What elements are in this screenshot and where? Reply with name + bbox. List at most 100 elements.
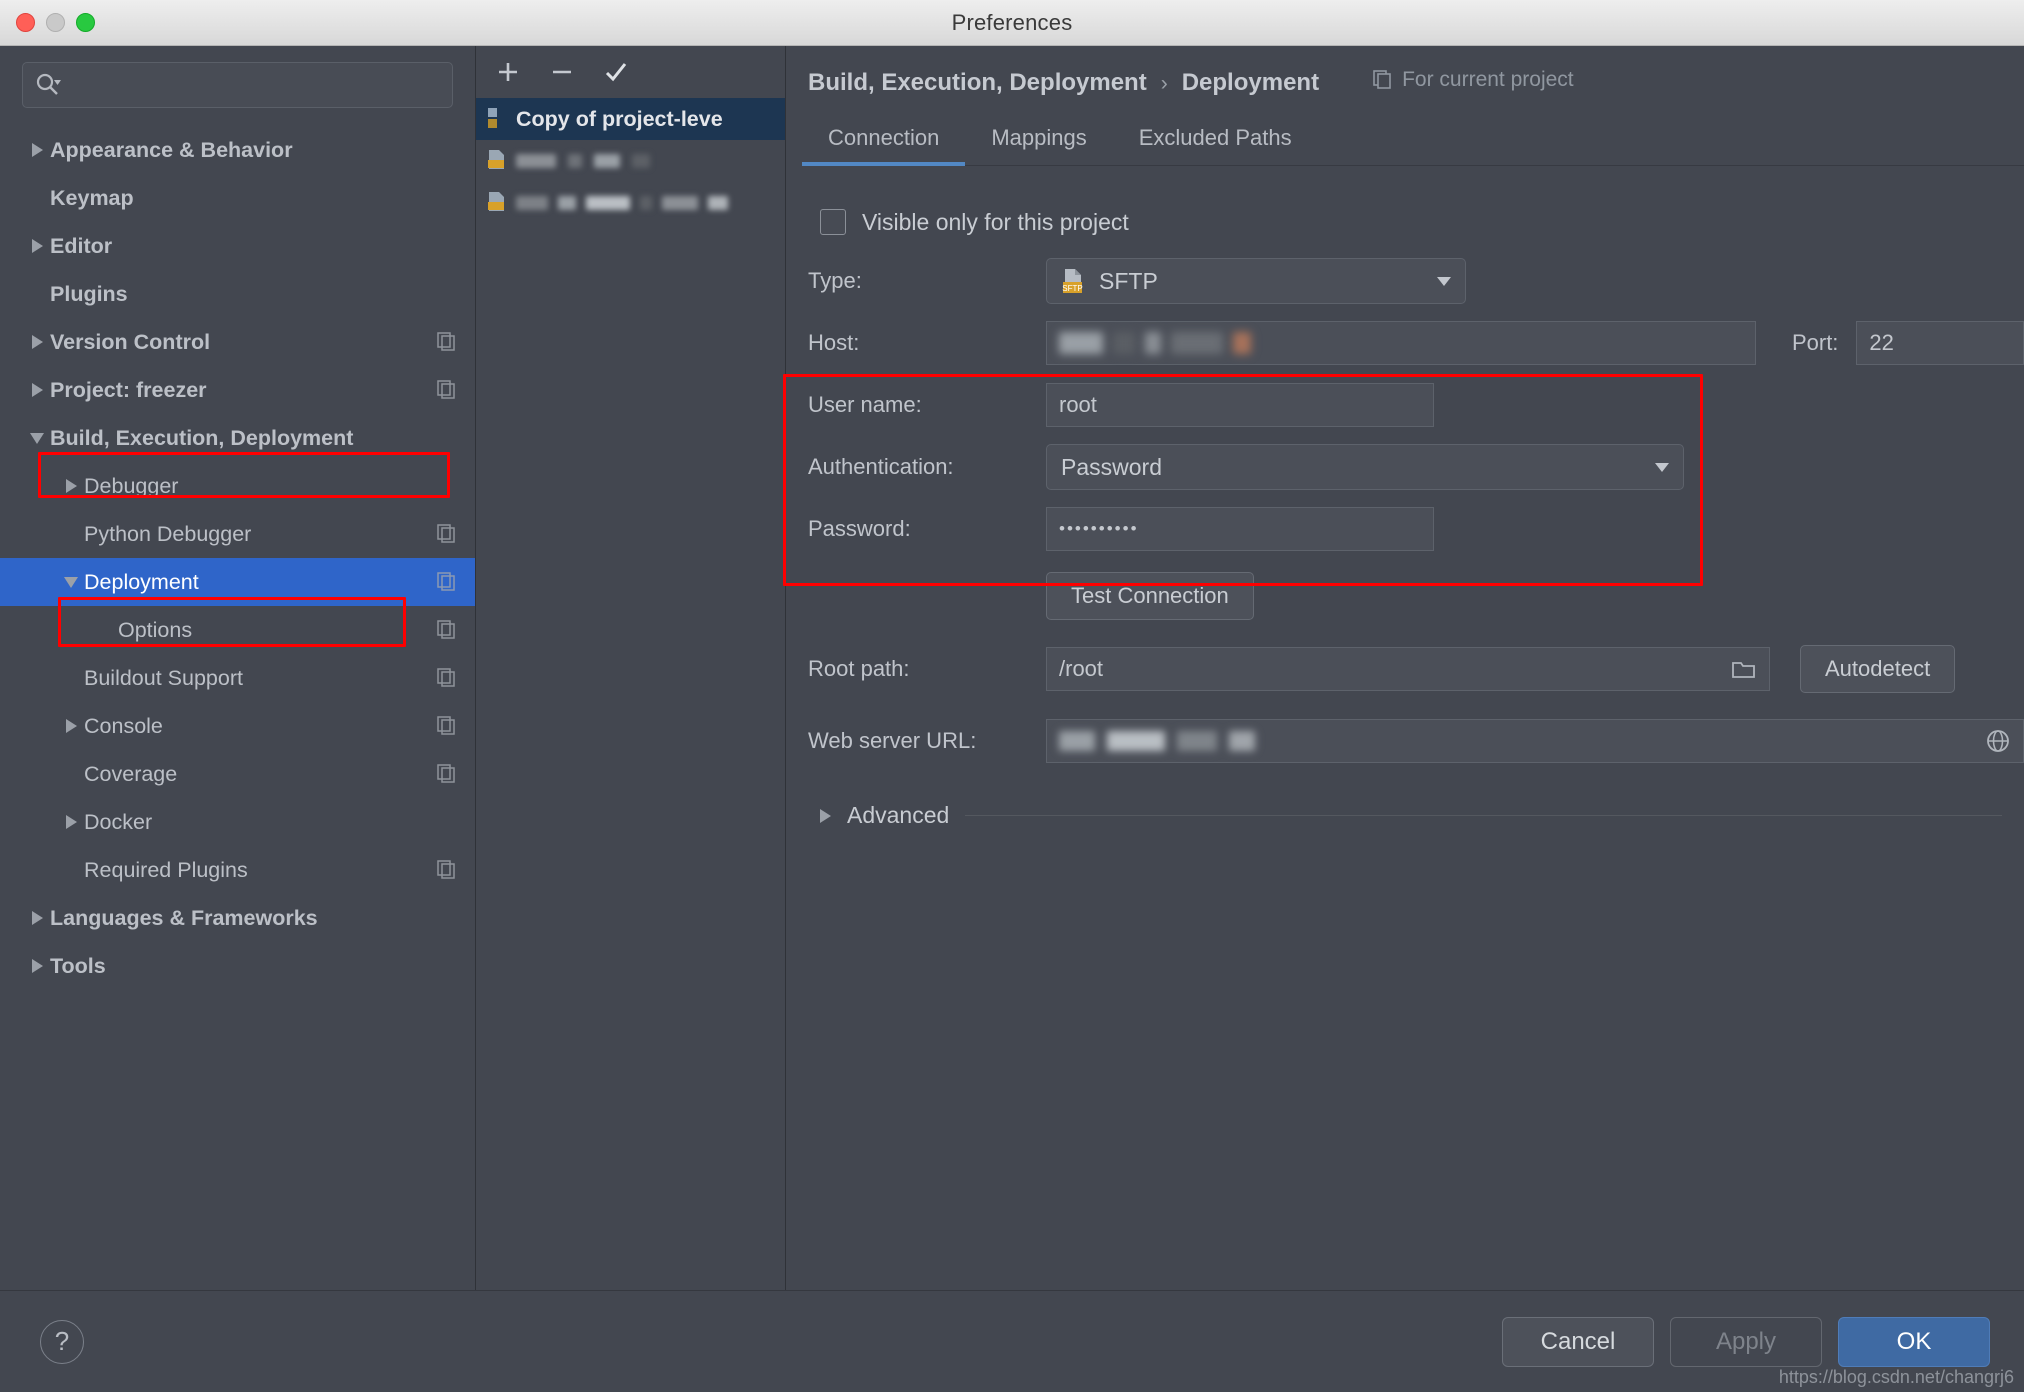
password-input[interactable]: ••••••••••: [1046, 507, 1434, 551]
set-default-server-button[interactable]: [602, 58, 630, 86]
redacted-web-url-value: [1059, 731, 1255, 751]
port-input[interactable]: 22: [1856, 321, 2024, 365]
host-row: Host: Port: 22: [808, 312, 2024, 374]
for-current-project-label: For current project: [1402, 68, 1574, 91]
password-label: Password:: [808, 516, 911, 541]
search-input[interactable]: [22, 62, 453, 108]
sidebar-item-label: Deployment: [84, 569, 199, 594]
root-path-row: Root path: /root Autodetect: [808, 632, 2024, 706]
settings-tree: Appearance & Behavior Keymap Editor Plugins…: [0, 126, 475, 990]
type-dropdown[interactable]: SFTP SFTP: [1046, 258, 1466, 304]
sidebar-item-project-freezer[interactable]: Project: freezer: [0, 366, 475, 414]
window-title: Preferences: [951, 9, 1073, 35]
sidebar-item-label: Python Debugger: [84, 521, 252, 546]
tab-mappings[interactable]: Mappings: [965, 117, 1112, 165]
sidebar-item-label: Plugins: [50, 281, 128, 306]
sidebar-item-label: Required Plugins: [84, 857, 248, 882]
username-label: User name:: [808, 392, 922, 417]
sidebar-item-debugger[interactable]: Debugger: [0, 462, 475, 510]
copy-settings-icon: [437, 716, 457, 736]
sidebar-item-label: Console: [84, 713, 163, 738]
apply-button[interactable]: Apply: [1670, 1316, 1822, 1367]
web-server-url-row: Web server URL:: [808, 706, 2024, 776]
chevron-right-icon[interactable]: [24, 143, 50, 157]
copy-settings-icon: [437, 332, 457, 352]
help-button[interactable]: ?: [40, 1319, 84, 1364]
root-path-label: Root path:: [808, 656, 910, 681]
sidebar-item-label: Buildout Support: [84, 665, 243, 690]
sidebar-item-coverage[interactable]: Coverage: [0, 750, 475, 798]
web-server-url-input[interactable]: [1046, 719, 2024, 763]
ok-button[interactable]: OK: [1838, 1316, 1990, 1367]
search-icon: [35, 72, 61, 98]
chevron-right-icon[interactable]: [24, 959, 50, 973]
redacted-host-value: [1059, 332, 1251, 354]
chevron-right-icon[interactable]: [24, 335, 50, 349]
sidebar-item-python-debugger[interactable]: Python Debugger: [0, 510, 475, 558]
type-label: Type:: [808, 268, 862, 293]
sidebar-item-version-control[interactable]: Version Control: [0, 318, 475, 366]
sidebar-item-options[interactable]: Options: [0, 606, 475, 654]
sidebar-item-label: Coverage: [84, 761, 178, 786]
chevron-right-icon[interactable]: [24, 911, 50, 925]
server-list-item-selected[interactable]: Copy of project-leve: [476, 98, 785, 140]
visible-only-checkbox[interactable]: [820, 209, 846, 235]
preferences-window: Preferences Appearance & Behavior Keymap E…: [0, 0, 2024, 1392]
server-list-toolbar: [476, 46, 785, 98]
sidebar-item-label: Version Control: [50, 329, 211, 354]
remove-server-button[interactable]: [548, 58, 576, 86]
footer-buttons: Cancel Apply OK: [1502, 1316, 1990, 1367]
chevron-right-icon[interactable]: [58, 719, 84, 733]
title-bar: Preferences: [0, 0, 2024, 46]
dialog-footer: ? Cancel Apply OK https://blog.csdn.net/…: [0, 1290, 2024, 1392]
redacted-content: [516, 154, 650, 168]
sidebar-item-languages-frameworks[interactable]: Languages & Frameworks: [0, 894, 475, 942]
open-in-browser-icon[interactable]: [1985, 728, 2011, 754]
sidebar-item-build-execution-deployment[interactable]: Build, Execution, Deployment: [0, 414, 475, 462]
copy-settings-icon: [437, 764, 457, 784]
sidebar-item-label: Docker: [84, 809, 153, 834]
deployment-settings-pane: Build, Execution, Deployment › Deploymen…: [783, 46, 2024, 1290]
tab-excluded-paths[interactable]: Excluded Paths: [1113, 117, 1318, 165]
tab-connection[interactable]: Connection: [802, 117, 966, 166]
sidebar-item-console[interactable]: Console: [0, 702, 475, 750]
test-connection-row: Test Connection: [808, 560, 2024, 632]
copy-settings-icon: [437, 668, 457, 688]
host-input[interactable]: [1046, 321, 1756, 365]
settings-sidebar: Appearance & Behavior Keymap Editor Plugins…: [0, 46, 476, 1290]
copy-settings-icon: [437, 620, 457, 640]
sidebar-item-keymap[interactable]: Keymap: [0, 174, 475, 222]
sidebar-item-editor[interactable]: Editor: [0, 222, 475, 270]
server-list-item-label: Copy of project-leve: [516, 106, 723, 131]
chevron-right-icon[interactable]: [58, 479, 84, 493]
sidebar-item-plugins[interactable]: Plugins: [0, 270, 475, 318]
cancel-button[interactable]: Cancel: [1502, 1316, 1654, 1367]
username-input[interactable]: root: [1046, 383, 1434, 427]
server-list-item-redacted-1[interactable]: [476, 140, 785, 182]
copy-settings-icon: [437, 860, 457, 880]
sidebar-item-docker[interactable]: Docker: [0, 798, 475, 846]
host-label: Host:: [808, 330, 860, 355]
browse-folder-icon[interactable]: [1731, 658, 1757, 680]
autodetect-button[interactable]: Autodetect: [1800, 645, 1956, 693]
chevron-right-icon[interactable]: [58, 815, 84, 829]
breadcrumb-parent[interactable]: Build, Execution, Deployment: [808, 69, 1147, 97]
watermark: https://blog.csdn.net/changrj6: [1778, 1367, 2014, 1387]
chevron-down-icon[interactable]: [24, 432, 50, 444]
advanced-label: Advanced: [847, 802, 950, 828]
sidebar-item-required-plugins[interactable]: Required Plugins: [0, 846, 475, 894]
sidebar-item-deployment[interactable]: Deployment: [0, 558, 475, 606]
chevron-right-icon[interactable]: [24, 239, 50, 253]
advanced-section-toggle[interactable]: Advanced: [820, 802, 2024, 829]
sidebar-item-appearance-behavior[interactable]: Appearance & Behavior: [0, 126, 475, 174]
chevron-right-icon[interactable]: [24, 383, 50, 397]
root-path-value: /root: [1059, 656, 1104, 681]
add-server-button[interactable]: [494, 58, 522, 86]
root-path-input[interactable]: /root: [1046, 647, 1770, 691]
sidebar-item-buildout-support[interactable]: Buildout Support: [0, 654, 475, 702]
authentication-dropdown[interactable]: Password: [1046, 444, 1684, 490]
sidebar-item-tools[interactable]: Tools: [0, 942, 475, 990]
chevron-down-icon[interactable]: [58, 576, 84, 588]
server-list-item-redacted-2[interactable]: [476, 182, 785, 224]
test-connection-button[interactable]: Test Connection: [1046, 572, 1254, 620]
